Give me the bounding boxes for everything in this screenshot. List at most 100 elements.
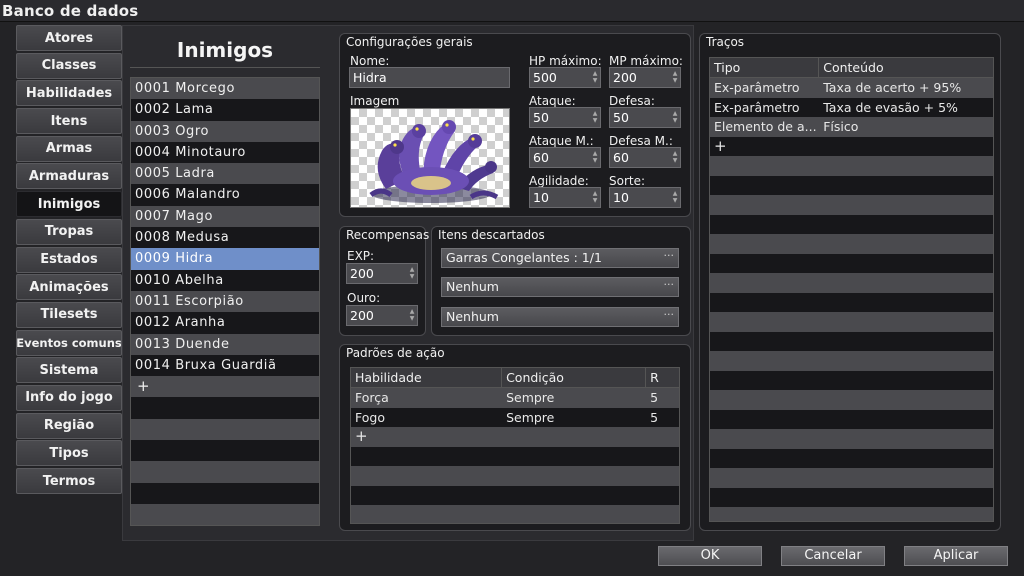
cancel-button[interactable]: Cancelar: [781, 546, 885, 566]
category-tab[interactable]: Região: [16, 412, 122, 439]
list-item[interactable]: 0010 Abelha: [131, 269, 319, 291]
category-tab[interactable]: Itens: [16, 108, 122, 135]
category-tab[interactable]: Tilesets: [16, 301, 122, 328]
table-row[interactable]: [710, 214, 993, 234]
def-input[interactable]: 50 ▲ ▼: [609, 107, 681, 128]
list-item[interactable]: 0008 Medusa: [131, 227, 319, 249]
table-row[interactable]: [710, 370, 993, 390]
table-row[interactable]: [710, 409, 993, 429]
col-rating[interactable]: R: [646, 368, 679, 387]
add-action-icon[interactable]: +: [351, 427, 368, 447]
category-tab[interactable]: Termos: [16, 468, 122, 494]
list-item[interactable]: 0001 Morcego: [131, 78, 319, 100]
list-item[interactable]: 0006 Malandro: [131, 184, 319, 206]
enemy-image[interactable]: [350, 108, 510, 208]
col-skill[interactable]: Habilidade: [351, 368, 503, 387]
list-item[interactable]: [131, 440, 319, 462]
category-tab[interactable]: Animações: [16, 274, 122, 301]
table-row[interactable]: [351, 446, 679, 466]
table-row[interactable]: [710, 312, 993, 332]
table-row[interactable]: [710, 468, 993, 488]
exp-input[interactable]: 200 ▲ ▼: [346, 263, 418, 284]
category-tab[interactable]: Habilidades: [16, 80, 122, 107]
list-item[interactable]: [131, 418, 319, 441]
table-row[interactable]: [710, 448, 993, 468]
table-row[interactable]: Força Sempre 5: [351, 388, 679, 408]
table-row[interactable]: [710, 331, 993, 351]
category-tab[interactable]: Tropas: [16, 218, 122, 245]
name-field[interactable]: Hidra: [349, 67, 510, 88]
category-tab[interactable]: Atores: [16, 25, 122, 51]
spin-arrows-icon[interactable]: ▲ ▼: [409, 308, 415, 323]
col-content[interactable]: Conteúdo: [819, 58, 993, 77]
table-row[interactable]: [710, 351, 993, 371]
list-item[interactable]: 0012 Aranha: [131, 312, 319, 334]
category-tab[interactable]: Eventos comuns: [16, 329, 122, 356]
ok-button[interactable]: OK: [658, 546, 762, 566]
col-type[interactable]: Tipo: [710, 58, 820, 77]
category-tab[interactable]: Armas: [16, 135, 122, 162]
list-item[interactable]: [131, 461, 319, 483]
list-item[interactable]: 0009 Hidra: [131, 248, 319, 270]
mp-input[interactable]: 200 ▲ ▼: [609, 67, 681, 88]
apply-button[interactable]: Aplicar: [904, 546, 1008, 566]
list-item[interactable]: 0014 Bruxa Guardiã: [131, 354, 319, 377]
table-row[interactable]: [710, 429, 993, 449]
spin-arrows-icon[interactable]: ▲ ▼: [592, 150, 598, 165]
spin-arrows-icon[interactable]: ▲ ▼: [592, 70, 598, 85]
category-tab[interactable]: Classes: [16, 52, 122, 79]
table-row[interactable]: Fogo Sempre 5: [351, 407, 679, 427]
category-tab[interactable]: Info do jogo: [16, 384, 122, 411]
table-row[interactable]: [351, 466, 679, 486]
list-item[interactable]: 0013 Duende: [131, 333, 319, 355]
mdef-input[interactable]: 60 ▲ ▼: [609, 147, 681, 168]
category-tab[interactable]: Inimigos: [16, 191, 122, 218]
table-row[interactable]: [710, 507, 993, 521]
spin-arrows-icon[interactable]: ▲ ▼: [672, 110, 678, 125]
luk-input[interactable]: 10 ▲ ▼: [609, 187, 681, 208]
spin-arrows-icon[interactable]: ▲ ▼: [592, 110, 598, 125]
drop-item-3[interactable]: Nenhum ···: [441, 307, 679, 327]
list-item[interactable]: 0011 Escorpião: [131, 290, 319, 313]
spin-arrows-icon[interactable]: ▲ ▼: [409, 266, 415, 281]
list-item[interactable]: 0004 Minotauro: [131, 141, 319, 164]
table-row[interactable]: [710, 487, 993, 507]
category-tab[interactable]: Sistema: [16, 357, 122, 384]
table-row[interactable]: [351, 505, 679, 523]
list-item[interactable]: [131, 503, 319, 525]
list-item[interactable]: 0007 Mago: [131, 205, 319, 228]
list-item[interactable]: 0002 Lama: [131, 99, 319, 121]
gold-input[interactable]: 200 ▲ ▼: [346, 305, 418, 326]
category-tab[interactable]: Tipos: [16, 440, 122, 467]
table-row[interactable]: Elemento de a... Físico: [710, 117, 993, 137]
matk-input[interactable]: 60 ▲ ▼: [529, 147, 601, 168]
list-item[interactable]: [131, 397, 319, 419]
action-patterns-table[interactable]: Habilidade Condição R Força Sempre 5 Fogo Se…: [350, 367, 680, 524]
table-row[interactable]: [710, 156, 993, 176]
list-item[interactable]: 0005 Ladra: [131, 163, 319, 185]
enemy-list[interactable]: 0001 Morcego 0002 Lama 0003 Ogro 0004 Minot…: [130, 77, 320, 526]
spin-arrows-icon[interactable]: ▲ ▼: [672, 150, 678, 165]
table-row[interactable]: Ex-parâmetro Taxa de acerto + 95%: [710, 78, 993, 98]
atk-input[interactable]: 50 ▲ ▼: [529, 107, 601, 128]
hp-input[interactable]: 500 ▲ ▼: [529, 67, 601, 88]
drop-item-2[interactable]: Nenhum ···: [441, 277, 679, 297]
drop-item-1[interactable]: Garras Congelantes : 1/1 ···: [441, 248, 679, 268]
table-row[interactable]: [710, 234, 993, 254]
list-item[interactable]: [131, 482, 319, 504]
table-row[interactable]: [710, 390, 993, 410]
table-row[interactable]: +: [351, 427, 679, 447]
table-row[interactable]: Ex-parâmetro Taxa de evasão + 5%: [710, 97, 993, 117]
table-row[interactable]: +: [710, 136, 993, 157]
traits-table[interactable]: Tipo Conteúdo Ex-parâmetro Taxa de acerto…: [709, 57, 994, 522]
table-row[interactable]: [351, 485, 679, 505]
spin-arrows-icon[interactable]: ▲ ▼: [672, 190, 678, 205]
category-tab[interactable]: Estados: [16, 246, 122, 273]
add-trait-icon[interactable]: +: [710, 137, 727, 157]
spin-arrows-icon[interactable]: ▲ ▼: [672, 70, 678, 85]
agi-input[interactable]: 10 ▲ ▼: [529, 187, 601, 208]
category-tab[interactable]: Armaduras: [16, 163, 122, 190]
spin-arrows-icon[interactable]: ▲ ▼: [592, 190, 598, 205]
col-condition[interactable]: Condição: [502, 368, 647, 387]
table-row[interactable]: [710, 195, 993, 215]
